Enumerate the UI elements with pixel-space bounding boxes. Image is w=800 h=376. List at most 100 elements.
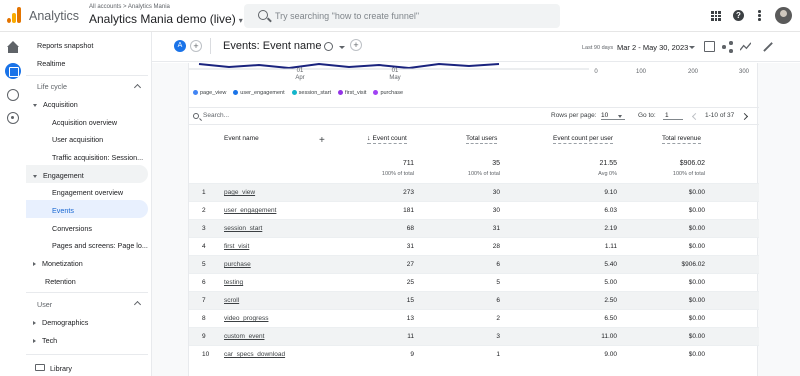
- table-search-input[interactable]: Search...: [203, 112, 229, 119]
- pagination-status: 1-10 of 37: [705, 112, 735, 119]
- table-row[interactable]: 3 session_start 68 31 2.19 $0.00: [189, 219, 759, 237]
- table-row[interactable]: 2 user_engagement 181 30 6.03 $0.00: [189, 201, 759, 219]
- account-avatar[interactable]: [775, 7, 792, 24]
- table-row[interactable]: 9 custom_event 11 3 11.00 $0.00: [189, 327, 759, 345]
- explore-icon[interactable]: [7, 89, 19, 101]
- date-range-caret-icon[interactable]: [689, 46, 695, 49]
- add-comparison-button[interactable]: +: [190, 40, 202, 52]
- col-header-event-name[interactable]: Event name: [224, 135, 259, 142]
- add-dimension-button[interactable]: +: [319, 135, 325, 146]
- more-vert-icon[interactable]: [758, 10, 761, 22]
- collapse-life-cycle-icon[interactable]: [133, 83, 142, 92]
- row-index: 8: [202, 315, 206, 322]
- sidebar-item-reports-snapshot[interactable]: Reports snapshot: [37, 41, 93, 50]
- table-row[interactable]: 5 purchase 27 6 5.40 $906.02: [189, 255, 759, 273]
- next-page-icon[interactable]: [740, 112, 749, 121]
- col-header-total-revenue[interactable]: Total revenue: [662, 135, 702, 144]
- sidebar-item-user-acquisition[interactable]: User acquisition: [52, 135, 103, 144]
- sidebar-section-life-cycle[interactable]: Life cycle: [37, 82, 67, 91]
- event-name-link[interactable]: video_progress: [224, 315, 268, 322]
- sidebar-item-pages-and-screens[interactable]: Pages and screens: Page lo...: [52, 241, 148, 250]
- comparison-chip[interactable]: A: [174, 40, 186, 52]
- edit-pencil-icon[interactable]: [763, 41, 774, 52]
- sidebar-item-tech[interactable]: Tech: [33, 336, 57, 345]
- previous-page-icon[interactable]: [691, 112, 700, 121]
- expanded-caret-icon: [33, 174, 37, 178]
- analytics-logo-icon[interactable]: [7, 7, 21, 23]
- sidebar-item-realtime[interactable]: Realtime: [37, 59, 65, 68]
- home-icon[interactable]: [7, 41, 19, 54]
- app-name: Analytics: [29, 9, 80, 23]
- per-user-cell: 1.11: [604, 243, 617, 250]
- sidebar-item-library[interactable]: Library: [50, 364, 72, 373]
- account-breadcrumb[interactable]: All accounts > Analytics Mania: [89, 4, 170, 10]
- customize-report-icon[interactable]: [704, 41, 715, 52]
- event-name-link[interactable]: session_start: [224, 225, 262, 232]
- event-name-link[interactable]: testing: [224, 279, 243, 286]
- sidebar-item-label: Tech: [42, 336, 58, 345]
- table-row[interactable]: 1 page_view 273 30 9.10 $0.00: [189, 183, 759, 201]
- goto-page-input[interactable]: 1: [663, 112, 683, 120]
- sidebar-item-retention[interactable]: Retention: [45, 277, 76, 286]
- sidebar-item-acquisition-overview[interactable]: Acquisition overview: [52, 118, 117, 127]
- sidebar-item-events[interactable]: Events: [52, 206, 74, 215]
- legend-label: page_view: [200, 89, 227, 96]
- sidebar-item-demographics[interactable]: Demographics: [33, 318, 88, 327]
- x-tick-day: 01: [296, 68, 304, 74]
- legend-item[interactable]: page_view: [193, 88, 226, 97]
- total-users-cell: 2: [496, 315, 500, 322]
- col-header-event-count-per-user[interactable]: Event count per user: [553, 135, 613, 144]
- check-circle-icon[interactable]: [324, 42, 333, 51]
- legend-label: purchase: [380, 89, 404, 96]
- revenue-cell: $0.00: [688, 315, 705, 322]
- event-name-link[interactable]: user_engagement: [224, 207, 276, 214]
- legend-item[interactable]: session_start: [291, 88, 331, 97]
- col-header-total-users[interactable]: Total users: [466, 135, 498, 144]
- event-name-link[interactable]: first_visit: [224, 243, 249, 250]
- event-name-link[interactable]: purchase: [224, 261, 251, 268]
- table-row[interactable]: 10 car_specs_download 9 1 9.00 $0.00: [189, 345, 759, 363]
- advertising-icon[interactable]: [7, 112, 19, 124]
- legend-item[interactable]: user_engagement: [233, 88, 285, 97]
- sidebar-item-traffic-acquisition[interactable]: Traffic acquisition: Session...: [52, 153, 143, 162]
- events-active-highlight: [26, 200, 148, 218]
- share-icon[interactable]: [722, 41, 733, 53]
- sidebar-item-conversions[interactable]: Conversions: [52, 224, 92, 233]
- sidebar-item-engagement[interactable]: Engagement: [33, 171, 84, 180]
- event-name-link[interactable]: custom_event: [224, 333, 264, 340]
- legend-item[interactable]: purchase: [373, 88, 403, 97]
- col-header-event-count[interactable]: ↓ Event count: [367, 135, 407, 144]
- title-caret-down-icon[interactable]: [339, 46, 345, 49]
- legend-dot-icon: [291, 90, 297, 95]
- insights-icon[interactable]: [740, 41, 751, 52]
- table-row[interactable]: 8 video_progress 13 2 6.50 $0.00: [189, 309, 759, 327]
- chart-lines-clipped: [189, 63, 589, 70]
- rows-per-page-caret-icon[interactable]: [618, 115, 622, 118]
- reports-icon[interactable]: [5, 63, 21, 79]
- global-search-input[interactable]: Try searching "how to create funnel": [244, 4, 560, 28]
- revenue-cell: $0.00: [688, 243, 705, 250]
- table-row[interactable]: 6 testing 25 5 5.00 $0.00: [189, 273, 759, 291]
- event-name-link[interactable]: car_specs_download: [224, 351, 285, 358]
- row-index: 4: [202, 243, 206, 250]
- property-selector[interactable]: Analytics Mania demo (live) ▾: [89, 12, 243, 26]
- collapse-user-icon[interactable]: [133, 300, 142, 309]
- sidebar-item-monetization[interactable]: Monetization: [33, 259, 83, 268]
- add-report-button[interactable]: +: [350, 39, 362, 51]
- table-row[interactable]: 7 scroll 15 6 2.50 $0.00: [189, 291, 759, 309]
- date-range-selector[interactable]: Mar 2 - May 30, 2023: [617, 43, 688, 52]
- sidebar-item-engagement-overview[interactable]: Engagement overview: [52, 188, 123, 197]
- apps-grid-icon[interactable]: [711, 11, 721, 21]
- legend-item[interactable]: first_visit: [338, 88, 366, 97]
- table-row[interactable]: 4 first_visit 31 28 1.11 $0.00: [189, 237, 759, 255]
- event-name-link[interactable]: page_view: [224, 189, 255, 196]
- total-users-cell: 3: [496, 333, 500, 340]
- legend-label: first_visit: [345, 89, 367, 96]
- sidebar-section-user[interactable]: User: [37, 300, 52, 309]
- per-user-cell: 6.50: [604, 315, 617, 322]
- help-icon[interactable]: ?: [733, 10, 744, 21]
- total-per-user: 21.55: [599, 160, 617, 167]
- total-users-cell: 6: [496, 297, 500, 304]
- event-name-link[interactable]: scroll: [224, 297, 239, 304]
- sidebar-item-acquisition[interactable]: Acquisition: [33, 100, 78, 109]
